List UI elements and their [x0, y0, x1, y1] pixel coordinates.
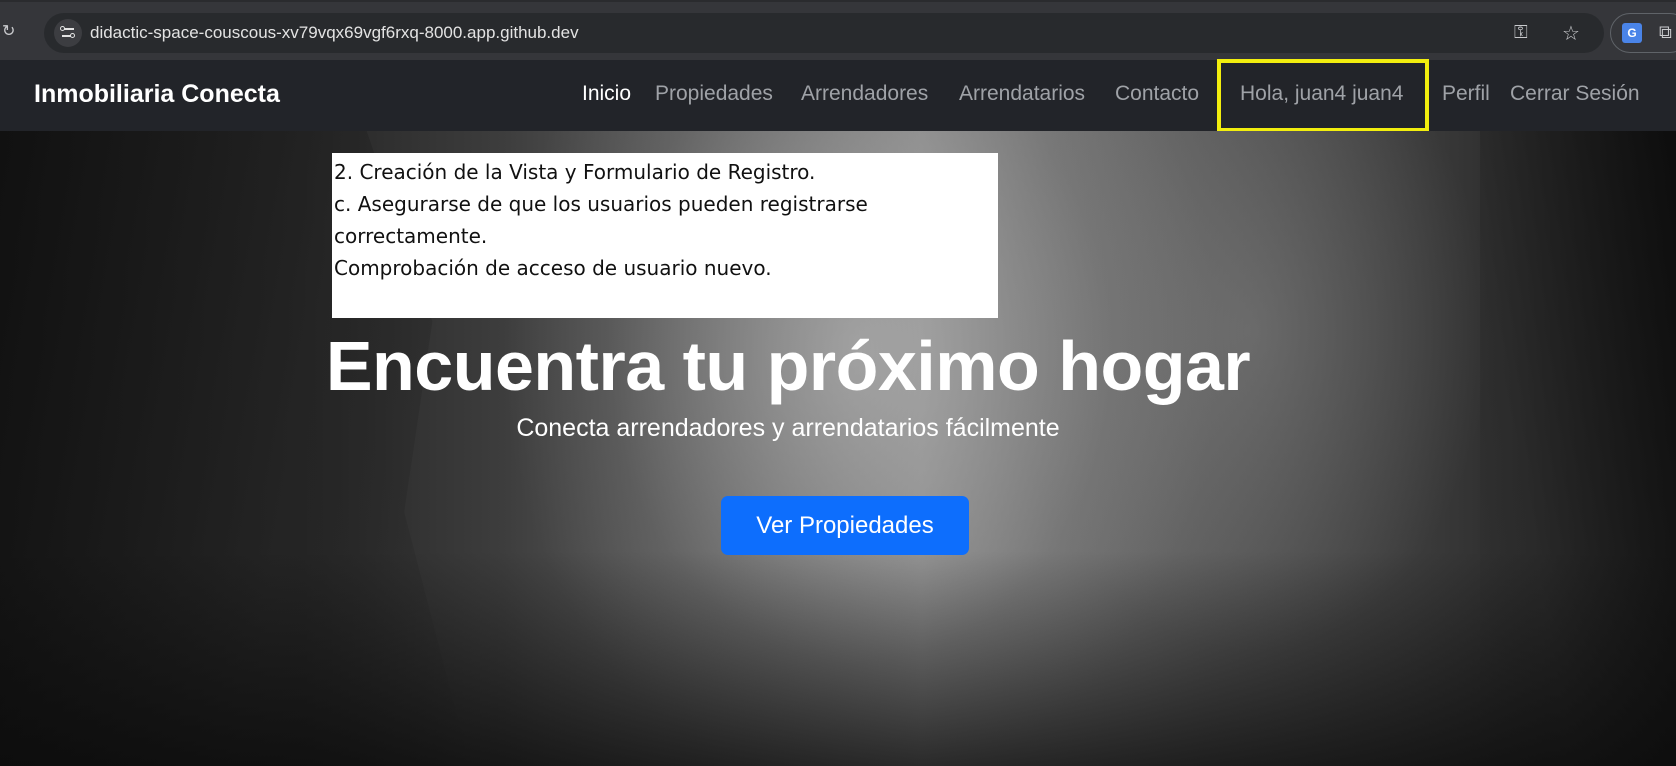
reload-icon[interactable]: ↻: [2, 22, 20, 40]
note-line: 2. Creación de la Vista y Formulario de …: [334, 160, 816, 184]
note-line: correctamente.: [334, 224, 488, 248]
hero-subtitle: Conecta arrendadores y arrendatarios fác…: [516, 414, 1060, 442]
note-line: c. Asegurarse de que los usuarios pueden…: [334, 192, 868, 216]
brand-link[interactable]: Inmobiliaria Conecta: [34, 80, 280, 109]
hero-background-bottom: [0, 551, 1676, 766]
nav-link-perfil[interactable]: Perfil: [1442, 82, 1490, 106]
highlight-annotation-box: [1217, 59, 1429, 132]
nav-link-cerrar-sesion[interactable]: Cerrar Sesión: [1510, 82, 1640, 106]
extensions-area: G ⧉: [1610, 13, 1676, 53]
ver-propiedades-button[interactable]: Ver Propiedades: [721, 496, 969, 555]
site-info-icon[interactable]: [54, 19, 82, 47]
nav-link-inicio[interactable]: Inicio: [582, 82, 631, 106]
key-icon[interactable]: ⚿: [1514, 21, 1540, 45]
note-line: Comprobación de acceso de usuario nuevo.: [334, 256, 772, 280]
nav-link-arrendadores[interactable]: Arrendadores: [801, 82, 928, 106]
hero-title: Encuentra tu próximo hogar: [325, 327, 1251, 405]
browser-toolbar: ↻ didactic-space-couscous-xv79vqx69vgf6r…: [0, 0, 1676, 60]
nav-link-arrendatarios[interactable]: Arrendatarios: [959, 82, 1085, 106]
nav-link-contacto[interactable]: Contacto: [1115, 82, 1199, 106]
star-icon[interactable]: ☆: [1562, 21, 1586, 45]
puzzle-icon[interactable]: ⧉: [1659, 22, 1676, 44]
address-bar[interactable]: didactic-space-couscous-xv79vqx69vgf6rxq…: [44, 13, 1604, 53]
url-text[interactable]: didactic-space-couscous-xv79vqx69vgf6rxq…: [90, 23, 579, 43]
annotation-note: 2. Creación de la Vista y Formulario de …: [332, 153, 998, 318]
translate-icon[interactable]: G: [1622, 23, 1642, 43]
nav-link-propiedades[interactable]: Propiedades: [655, 82, 773, 106]
